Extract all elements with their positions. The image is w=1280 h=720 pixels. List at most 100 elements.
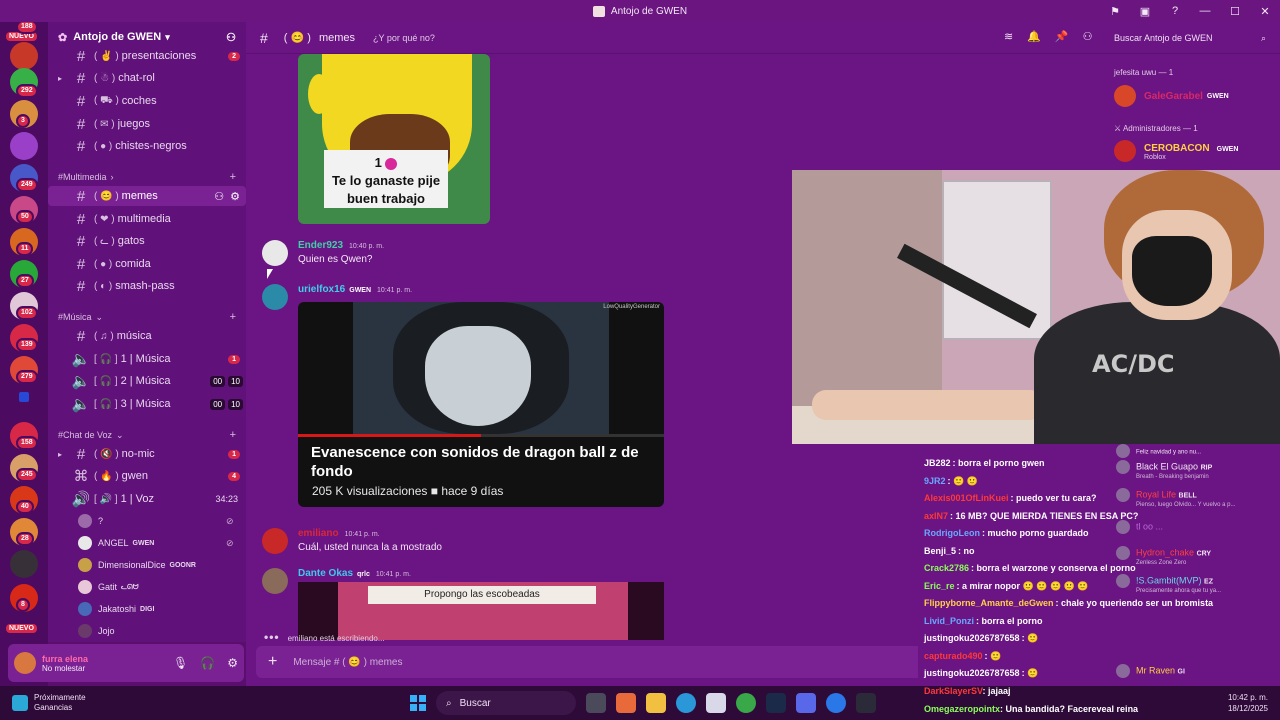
emoji-icon: ( ◐ ) xyxy=(94,280,113,292)
close-button[interactable]: ✕ xyxy=(1250,5,1280,18)
channel-no-mic[interactable]: ▸ #( 🔇 ) no-mic 1 xyxy=(48,444,246,464)
start-icon[interactable] xyxy=(410,695,426,711)
chat-line: justingoku2026787658: 🙂 xyxy=(924,668,1039,678)
category-musica[interactable]: #Música ⌄ + xyxy=(48,309,246,325)
gear-icon[interactable]: ⚙ xyxy=(227,656,238,670)
members-icon[interactable]: ⚇ xyxy=(1083,30,1093,43)
user-count: 00 xyxy=(210,375,226,387)
add-member-icon[interactable]: ⚇ xyxy=(226,31,236,44)
channel-chistes-negros[interactable]: #( ● ) chistes-negros xyxy=(48,136,246,156)
server-icon[interactable] xyxy=(10,42,38,70)
clock[interactable]: 10:42 p. m. 18/12/2025 xyxy=(1228,692,1268,714)
app-icon[interactable] xyxy=(826,693,846,713)
voice-channel-voz-1[interactable]: 🔊[ 🔊 ] 1 | Voz 34:23 xyxy=(48,489,246,509)
server-badge: 11 xyxy=(16,242,34,256)
search-input[interactable]: Buscar Antojo de GWEN ⌕ xyxy=(1108,29,1270,47)
member-item[interactable]: GaleGarabel GWEN xyxy=(1114,85,1229,107)
server-folder-icon[interactable] xyxy=(19,392,29,402)
voice-channel-musica-2[interactable]: 🔈[ 🎧 ] 2 | Música 00 10 xyxy=(48,371,246,391)
avatar xyxy=(78,602,92,616)
maximize-button[interactable]: ☐ xyxy=(1220,5,1250,18)
add-attachment-icon[interactable]: + xyxy=(268,653,277,671)
voice-user[interactable]: Jakatoshi DIGI xyxy=(78,599,154,619)
window-controls: ⚑ ▣ ? — ☐ ✕ xyxy=(1100,0,1280,22)
server-badge: 158 xyxy=(16,436,38,450)
chat-line: 9JR2: 🙂 🙂 xyxy=(924,476,978,486)
avatar[interactable] xyxy=(262,528,288,554)
copilot-icon[interactable] xyxy=(616,693,636,713)
channel-smash-pass[interactable]: #( ◐ ) smash-pass xyxy=(48,276,246,296)
member-item[interactable]: CEROBACON GWEN Roblox xyxy=(1114,140,1238,162)
member-category: ⚔ Administradores — 1 xyxy=(1114,124,1198,133)
avatar[interactable] xyxy=(262,568,288,594)
microphone-icon[interactable]: 🎙 xyxy=(173,656,188,670)
voice-channel-musica-1[interactable]: 🔈[ 🎧 ] 1 | Música 1 xyxy=(48,349,246,369)
channel-gatos[interactable]: #( ᓚ ) gatos xyxy=(48,231,246,251)
avatar[interactable] xyxy=(262,240,288,266)
steam-icon[interactable] xyxy=(766,693,786,713)
voice-user[interactable]: ? ⊘ xyxy=(78,511,234,531)
file-explorer-icon[interactable] xyxy=(646,693,666,713)
channel-coches[interactable]: #( ⛟ ) coches xyxy=(48,91,246,111)
taskbar-search[interactable]: ⌕ Buscar xyxy=(436,691,576,715)
channel-topic[interactable]: ¿Y por qué no? xyxy=(373,33,435,43)
headphones-icon[interactable]: 🎧 xyxy=(200,656,215,670)
voice-user[interactable]: Jojo xyxy=(78,621,115,641)
emoji-icon: ( ✉ ) xyxy=(94,118,115,130)
server-icon[interactable] xyxy=(10,132,38,160)
category-multimedia[interactable]: #Multimedia › + xyxy=(48,169,246,185)
video-embed[interactable]: LowQualityGenerator Evanescence con soni… xyxy=(298,302,664,507)
headphones-icon: [ 🎧 ] xyxy=(94,375,118,387)
invite-icon[interactable]: ⚇ xyxy=(214,190,224,203)
weather-widget[interactable]: Próximamente Ganancias xyxy=(12,693,86,713)
avatar xyxy=(1116,488,1130,502)
viewer-item: tl oo ... xyxy=(1116,520,1276,534)
channel-gwen[interactable]: ⌘( 🔥 ) gwen 4 xyxy=(48,466,246,486)
help-icon[interactable]: ? xyxy=(1160,5,1190,17)
pin-icon[interactable]: 📌 xyxy=(1055,30,1069,43)
message-author[interactable]: emiliano 10:41 p. m. xyxy=(298,528,380,539)
video-title[interactable]: Evanescence con sonidos de dragon ball z… xyxy=(311,443,661,481)
voice-channel-musica-3[interactable]: 🔈[ 🎧 ] 3 | Música 00 10 xyxy=(48,394,246,414)
minimize-button[interactable]: — xyxy=(1190,5,1220,17)
add-channel-icon[interactable]: + xyxy=(230,171,236,183)
voice-user[interactable]: Gatit ᓚᘏᗢ xyxy=(78,577,139,597)
bell-icon[interactable]: 🔔 xyxy=(1027,30,1041,43)
threads-icon[interactable]: ≋ xyxy=(1004,30,1013,43)
server-icon[interactable] xyxy=(10,550,38,578)
server-badge: 50 xyxy=(16,210,34,224)
message-author[interactable]: Ender923 10:40 p. m. xyxy=(298,240,384,251)
gear-icon[interactable]: ⚙ xyxy=(230,190,240,203)
channel-juegos[interactable]: #( ✉ ) juegos xyxy=(48,114,246,134)
server-badge: 245 xyxy=(16,468,38,482)
window-icon[interactable]: ▣ xyxy=(1130,5,1160,18)
add-channel-icon[interactable]: + xyxy=(230,311,236,323)
hash-icon: # xyxy=(76,47,86,65)
channel-presentaciones[interactable]: #( ✌ ) presentaciones 2 xyxy=(48,46,246,66)
channel-comida[interactable]: #( ● ) comida xyxy=(48,254,246,274)
avatar[interactable] xyxy=(262,284,288,310)
store-icon[interactable] xyxy=(706,693,726,713)
emoji-icon: ( ● ) xyxy=(94,140,113,152)
channel-chat-rol[interactable]: ▸ #( ☃ ) chat-rol xyxy=(48,68,246,88)
channel-memes[interactable]: #( 😊 ) memes ⚇ ⚙ xyxy=(48,186,246,206)
channel-musica[interactable]: #( ♫ ) música xyxy=(48,326,246,346)
discord-icon[interactable] xyxy=(796,693,816,713)
inbox-icon[interactable]: ⚑ xyxy=(1100,5,1130,18)
voice-user[interactable]: DimensionalDice GOONR xyxy=(78,555,196,575)
message-author[interactable]: Dante Okas qrlc 10:41 p. m. xyxy=(298,568,411,579)
meme-image[interactable]: 1 Te lo ganaste pije buen trabajo xyxy=(298,54,490,224)
add-channel-icon[interactable]: + xyxy=(230,429,236,441)
app-icon[interactable] xyxy=(856,693,876,713)
avatar[interactable] xyxy=(14,652,36,674)
video-progress[interactable] xyxy=(298,434,664,437)
voice-user[interactable]: ANGEL GWEN ⊘ xyxy=(78,533,234,553)
webcam-mask xyxy=(1132,236,1212,306)
unread-badge: 1 xyxy=(228,354,240,364)
message-author[interactable]: urielfox16 GWEN 10:41 p. m. xyxy=(298,284,412,295)
category-chat-voz[interactable]: #Chat de Voz ⌄ + xyxy=(48,427,246,443)
channel-multimedia[interactable]: #( ❤ ) multimedia xyxy=(48,209,246,229)
edge-icon[interactable] xyxy=(676,693,696,713)
task-view-icon[interactable] xyxy=(586,693,606,713)
chrome-icon[interactable] xyxy=(736,693,756,713)
